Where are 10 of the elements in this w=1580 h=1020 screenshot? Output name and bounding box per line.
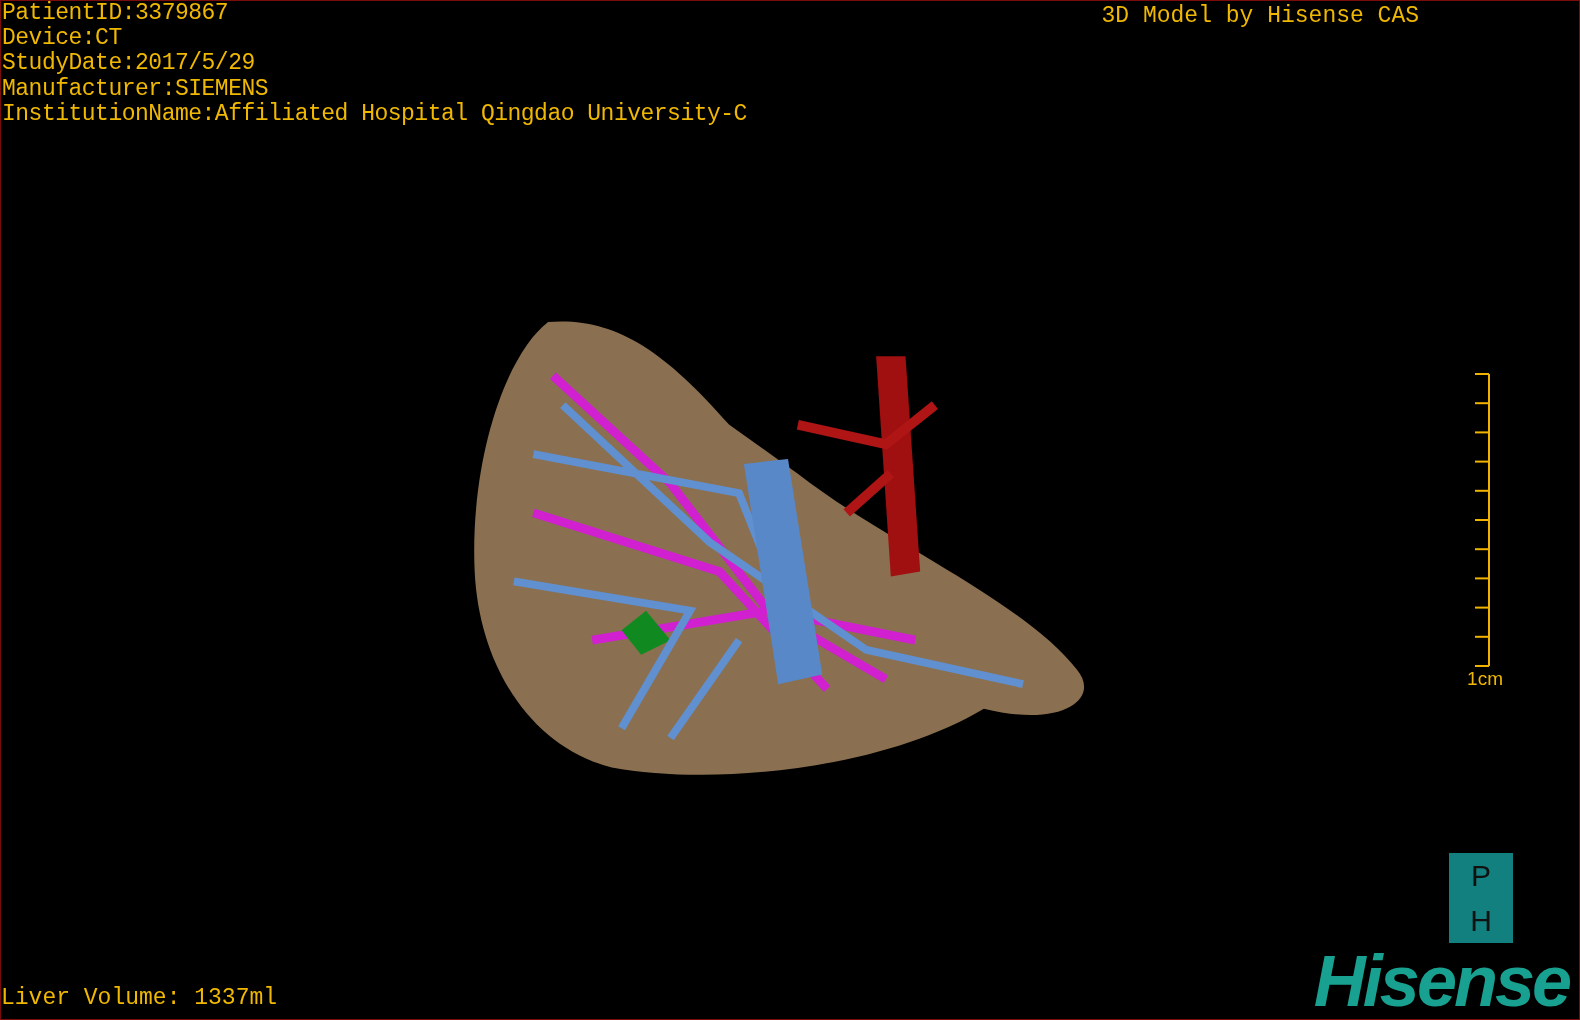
brand-wordmark: Hisense [1313,943,1571,1019]
liver-volume-text: Liver Volume: 1337ml [1,985,278,1013]
study-info-text: PatientID:3379867 [2,1,230,26]
study-info-text: StudyDate:2017/5/29 [2,51,256,77]
study-info-text: Device:CT [2,26,122,52]
scale-label: 1cm [1467,668,1503,690]
study-info-text: Manufacturer:SIEMENS [2,76,270,102]
study-info-text: InstitutionName:Affiliated Hospital Qingdao University-C [2,101,747,127]
model-title: 3D Model by Hisense CAS [1101,2,1419,31]
logo-badge: P H [1449,853,1513,943]
